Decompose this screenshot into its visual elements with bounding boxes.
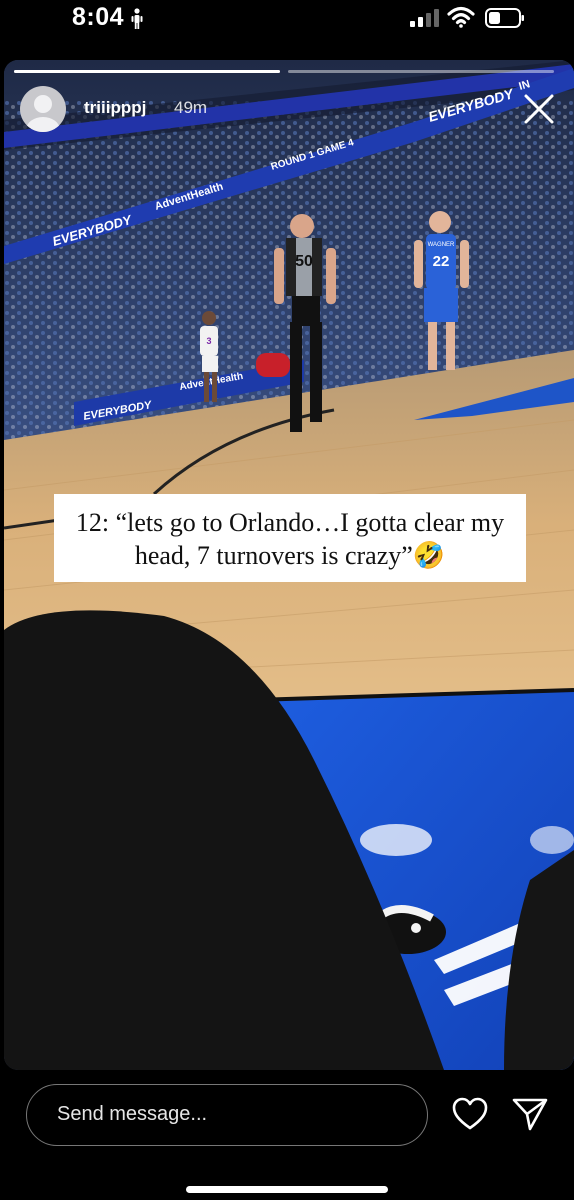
- close-icon[interactable]: [522, 92, 556, 126]
- white-player-number: 3: [206, 336, 211, 346]
- wifi-icon: [447, 6, 475, 28]
- story-username[interactable]: triiipppj: [84, 98, 146, 118]
- default-avatar-icon[interactable]: [20, 86, 66, 132]
- player-name: WAGNER: [428, 242, 455, 248]
- story-viewer[interactable]: EVERYBODY AdventHealth ROUND 1 GAME 4 EV…: [4, 60, 574, 1070]
- story-progress-2: [288, 70, 554, 73]
- send-icon[interactable]: [510, 1095, 550, 1133]
- cellular-signal-icon: [410, 9, 439, 27]
- story-progress-fill-1: [14, 70, 280, 73]
- status-time: 8:04: [72, 3, 125, 31]
- message-placeholder: Send message...: [57, 1103, 208, 1125]
- heart-icon[interactable]: [451, 1095, 489, 1133]
- referee-number: 50: [295, 253, 313, 270]
- home-indicator[interactable]: [186, 1186, 388, 1193]
- battery-icon: [485, 8, 524, 28]
- story-progress-1: [14, 70, 280, 73]
- story-caption: 12: “lets go to Orlando…I gotta clear my…: [54, 494, 526, 582]
- send-message-input[interactable]: Send message...: [26, 1084, 428, 1146]
- story-timestamp: 49m: [174, 98, 208, 117]
- status-bar: 8:04: [0, 0, 574, 52]
- person-activity-icon: [131, 8, 143, 29]
- player-number: 22: [433, 253, 450, 270]
- story-header: triiipppj 49m: [20, 86, 540, 132]
